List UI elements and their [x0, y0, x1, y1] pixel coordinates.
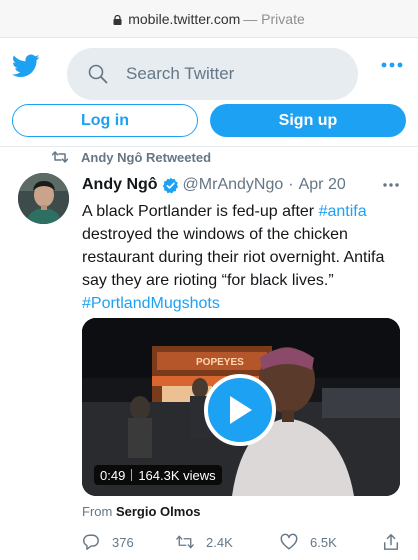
like-count: 6.5K — [310, 534, 337, 550]
search-icon — [88, 64, 108, 84]
tweet-date[interactable]: Apr 20 — [299, 176, 346, 194]
share-icon — [383, 534, 399, 550]
share-button[interactable] — [382, 533, 412, 551]
like-button[interactable]: 6.5K — [280, 533, 337, 551]
retweet-count: 2.4K — [206, 534, 233, 550]
author-name[interactable]: Andy Ngô — [82, 176, 158, 194]
reply-button[interactable]: 376 — [82, 533, 134, 551]
url-host: mobile.twitter.com — [128, 10, 241, 27]
header-separator: · — [288, 176, 294, 193]
signup-button[interactable]: Sign up — [210, 104, 406, 137]
more-icon[interactable] — [381, 62, 403, 68]
tweet-header: Andy Ngô @MrAndyNgo · Apr 20 — [82, 175, 346, 195]
tweet-text: A black Portlander is fed-up after #anti… — [82, 200, 400, 315]
play-icon — [230, 396, 252, 424]
reply-count: 376 — [112, 534, 134, 550]
retweet-icon — [52, 151, 68, 163]
retweet-icon — [176, 535, 194, 549]
reply-icon — [83, 534, 99, 550]
verified-icon — [162, 177, 178, 193]
hashtag-link[interactable]: #PortlandMugshots — [82, 295, 220, 312]
private-mode-label: — Private — [243, 10, 305, 27]
video-duration: 0:49 — [100, 467, 126, 483]
browser-url-bar[interactable]: mobile.twitter.com — Private — [0, 0, 418, 38]
from-name[interactable]: Sergio Olmos — [116, 504, 201, 519]
avatar-image — [18, 173, 69, 224]
search-placeholder: Search Twitter — [126, 64, 235, 83]
avatar[interactable] — [18, 173, 69, 224]
tweet-text-part: destroyed the windows of the chicken res… — [82, 226, 385, 289]
tweet-more-icon[interactable] — [383, 183, 399, 187]
divider — [0, 146, 418, 147]
stats-divider — [131, 469, 133, 481]
twitter-bird-icon[interactable] — [12, 54, 40, 78]
hashtag-link[interactable]: #antifa — [319, 203, 367, 220]
retweet-label: Andy Ngô Retweeted — [81, 149, 212, 165]
tweet-text-part: A black Portlander is fed-up after — [82, 203, 319, 220]
tweet-actions: 376 2.4K 6.5K — [82, 533, 400, 553]
author-handle[interactable]: @MrAndyNgo — [183, 176, 284, 194]
storefront-sign: POPEYES — [196, 357, 244, 368]
video-stats: 0:49 164.3K views — [94, 465, 222, 485]
lock-icon — [113, 14, 122, 25]
play-button[interactable] — [204, 374, 276, 446]
video-views: 164.3K views — [138, 467, 216, 483]
like-icon — [280, 533, 298, 550]
from-label: From — [82, 504, 113, 519]
retweet-button[interactable]: 2.4K — [176, 533, 233, 551]
retweet-context[interactable]: Andy Ngô Retweeted — [52, 149, 211, 165]
login-button[interactable]: Log in — [12, 104, 198, 137]
search-input[interactable]: Search Twitter — [67, 48, 358, 100]
video-attribution: From Sergio Olmos — [82, 504, 201, 519]
